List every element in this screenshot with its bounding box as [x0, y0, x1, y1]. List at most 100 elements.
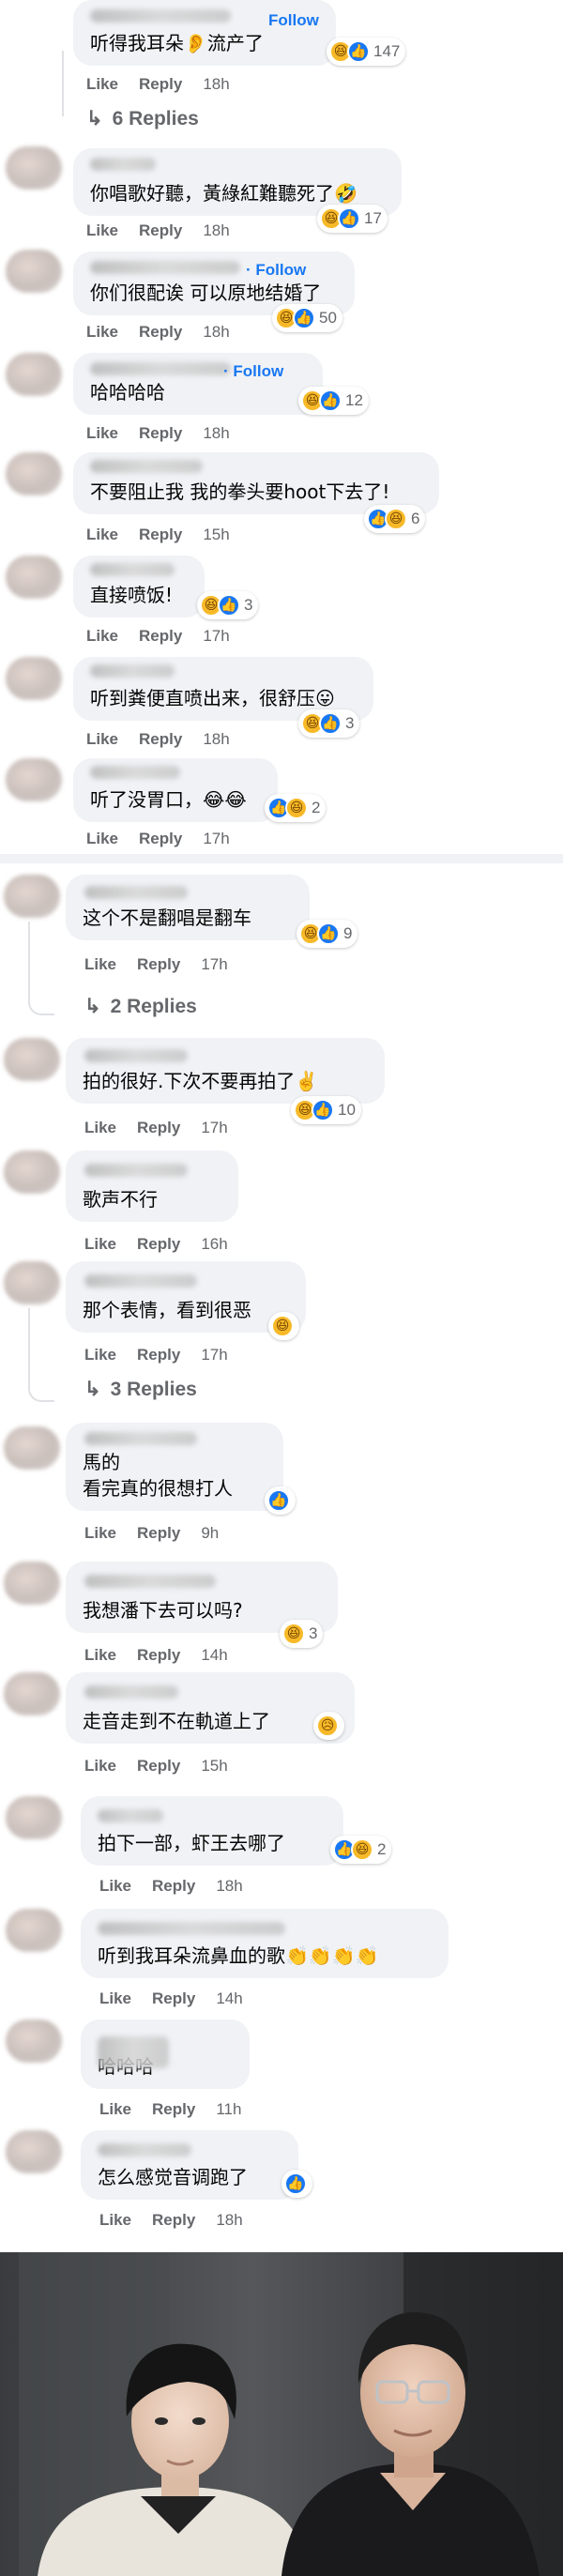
like-button[interactable]: Like	[84, 1119, 116, 1137]
reaction-summary[interactable]: 👍	[265, 1486, 296, 1515]
reply-button[interactable]: Reply	[139, 526, 182, 544]
like-button[interactable]: Like	[86, 75, 118, 94]
avatar	[6, 1909, 62, 1952]
comment-bubble: 走音走到不在軌道上了	[66, 1672, 355, 1744]
like-button[interactable]: Like	[84, 955, 116, 974]
comment: 听到我耳朵流鼻血的歌👏👏👏👏 Like Reply 14h	[0, 1909, 563, 2012]
like-reaction-icon: 👍	[319, 389, 342, 412]
haha-reaction-icon: 😆	[385, 508, 407, 530]
reaction-summary[interactable]: 😆 👍 3	[298, 709, 360, 738]
avatar	[4, 1151, 60, 1194]
view-replies-link[interactable]: ↳ 2 Replies	[84, 995, 197, 1018]
avatar	[6, 146, 62, 190]
comment-timestamp: 18h	[203, 730, 230, 748]
avatar	[4, 1426, 60, 1470]
reply-button[interactable]: Reply	[139, 730, 182, 749]
like-button[interactable]: Like	[86, 424, 118, 443]
comment-actions: Like Reply 14h	[99, 1989, 243, 2008]
comment-text: 这个不是翻唱是翻车	[83, 907, 251, 929]
reaction-count: 17	[364, 209, 382, 227]
reaction-summary[interactable]: 😆	[268, 1312, 299, 1340]
comment-actions: Like Reply 18h	[86, 221, 230, 240]
reply-button[interactable]: Reply	[139, 75, 182, 94]
comment-timestamp: 17h	[201, 1346, 228, 1364]
comment-timestamp: 18h	[203, 75, 230, 93]
like-button[interactable]: Like	[99, 2100, 131, 2119]
reply-button[interactable]: Reply	[139, 830, 182, 848]
reply-button[interactable]: Reply	[137, 1346, 180, 1364]
reaction-summary[interactable]: 😆 👍 147	[327, 38, 406, 66]
commenter-name	[90, 261, 240, 274]
like-button[interactable]: Like	[86, 627, 118, 646]
reaction-summary[interactable]: 😆 👍 9	[297, 920, 358, 948]
like-button[interactable]: Like	[86, 221, 118, 240]
reply-button[interactable]: Reply	[137, 1235, 180, 1254]
like-button[interactable]: Like	[84, 1235, 116, 1254]
reaction-count: 6	[411, 510, 420, 527]
reply-button[interactable]: Reply	[139, 424, 182, 443]
reply-button[interactable]: Reply	[137, 1119, 180, 1137]
reply-button[interactable]: Reply	[152, 2211, 195, 2230]
view-replies-link[interactable]: ↳ 3 Replies	[84, 1378, 197, 1401]
reaction-summary[interactable]: 😆 👍 3	[197, 591, 259, 619]
like-reaction-icon: 👍	[312, 1099, 334, 1121]
comment-bubble: 这个不是翻唱是翻车	[66, 875, 310, 940]
reaction-summary[interactable]: 😆 👍 12	[298, 387, 369, 415]
commenter-name	[84, 1274, 197, 1288]
comment: 听了没胃口，😂😂 👍 😆 2 Like Reply 17h	[0, 756, 563, 854]
like-button[interactable]: Like	[86, 830, 118, 848]
like-button[interactable]: Like	[99, 1989, 131, 2008]
like-button[interactable]: Like	[84, 1346, 116, 1364]
like-button[interactable]: Like	[86, 730, 118, 749]
comment: 馬的 看完真的很想打人 👍 Like Reply 9h	[0, 1423, 563, 1542]
like-button[interactable]: Like	[86, 323, 118, 342]
like-button[interactable]: Like	[99, 2211, 131, 2230]
reaction-summary[interactable]: 😥	[313, 1712, 344, 1740]
reaction-summary[interactable]: 😆 👍 10	[291, 1096, 361, 1124]
comment-text: 拍的很好.下次不要再拍了✌️	[83, 1070, 319, 1092]
reply-button[interactable]: Reply	[137, 1646, 180, 1665]
reply-button[interactable]: Reply	[137, 1524, 180, 1543]
reaction-summary[interactable]: 👍	[282, 2170, 312, 2198]
replies-count: 3 Replies	[110, 1378, 197, 1400]
follow-link[interactable]: · Follow	[223, 362, 283, 381]
comment-actions: Like Reply 14h	[84, 1646, 228, 1665]
comment: 哈哈哈 Like Reply 11h	[0, 2020, 563, 2123]
comment-text: 拍下一部，虾王去哪了	[98, 1832, 285, 1854]
reply-button[interactable]: Reply	[152, 1989, 195, 2008]
reaction-summary[interactable]: 😆 👍 17	[317, 205, 388, 233]
reaction-summary[interactable]: 😆 👍 50	[272, 304, 342, 332]
like-button[interactable]: Like	[84, 1757, 116, 1776]
like-button[interactable]: Like	[86, 526, 118, 544]
avatar	[6, 1796, 62, 1839]
like-button[interactable]: Like	[84, 1646, 116, 1665]
comment-bubble: 歌声不行	[66, 1151, 238, 1222]
reply-button[interactable]: Reply	[152, 2100, 195, 2119]
like-button[interactable]: Like	[99, 1877, 131, 1896]
screenshot-divider	[0, 854, 563, 863]
comment-timestamp: 15h	[203, 526, 230, 543]
follow-link[interactable]: · Follow	[246, 261, 306, 280]
reaction-summary[interactable]: 😆 3	[280, 1620, 324, 1648]
commenter-name	[98, 1922, 285, 1935]
reply-button[interactable]: Reply	[137, 1757, 180, 1776]
reply-button[interactable]: Reply	[139, 323, 182, 342]
reply-button[interactable]: Reply	[137, 955, 180, 974]
reaction-summary[interactable]: 👍 😆 2	[265, 794, 327, 822]
haha-reaction-icon: 😆	[271, 1315, 294, 1337]
comment-actions: Like Reply 17h	[86, 830, 230, 848]
comment-text: 歌声不行	[83, 1188, 158, 1211]
reply-button[interactable]: Reply	[139, 627, 182, 646]
comment-actions: Like Reply 18h	[86, 323, 230, 342]
avatar	[4, 875, 60, 918]
like-reaction-icon: 👍	[218, 594, 240, 617]
follow-link[interactable]: Follow	[268, 11, 319, 30]
reply-button[interactable]: Reply	[152, 1877, 195, 1896]
reaction-summary[interactable]: 👍 😆 6	[364, 505, 426, 533]
reaction-summary[interactable]: 👍 😆 2	[330, 1836, 392, 1864]
view-replies-link[interactable]: ↳ 6 Replies	[86, 107, 199, 130]
reply-button[interactable]: Reply	[139, 221, 182, 240]
comment-timestamp: 16h	[201, 1235, 228, 1253]
comment-actions: Like Reply 17h	[84, 955, 228, 974]
like-button[interactable]: Like	[84, 1524, 116, 1543]
